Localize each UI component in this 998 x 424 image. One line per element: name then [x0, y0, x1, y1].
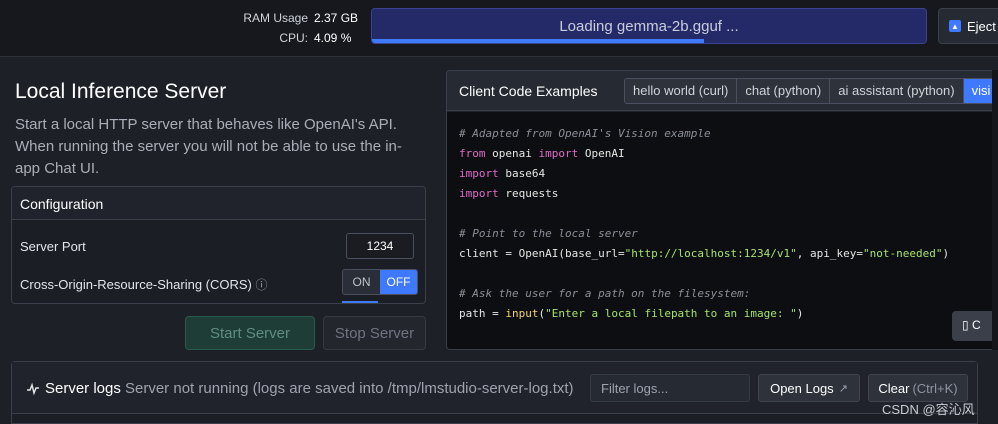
- clipboard-icon: ▯: [962, 318, 969, 332]
- start-server-button[interactable]: Start Server: [185, 316, 315, 350]
- code-line: import requests: [459, 187, 559, 200]
- server-logs-title: Server logs: [26, 380, 121, 397]
- code-line: from openai import OpenAI: [459, 147, 625, 160]
- tab-ai-assistant-python[interactable]: ai assistant (python): [830, 79, 964, 103]
- server-port-label: Server Port: [20, 239, 86, 254]
- configuration-panel: Configuration Server Port 1234 Cross-Ori…: [11, 186, 426, 304]
- code-line: import base64: [459, 167, 546, 180]
- cors-row: Cross-Origin-Resource-Sharing (CORS) ⓘ: [20, 276, 268, 293]
- code-tabs: hello world (curl) chat (python) ai assi…: [624, 78, 997, 104]
- code-panel-header: Client Code Examples hello world (curl) …: [447, 71, 997, 111]
- page-description: Start a local HTTP server that behaves l…: [15, 116, 402, 177]
- cpu-value: 4.09 %: [314, 31, 352, 45]
- code-line: # Ask the user for a path on the filesys…: [459, 287, 751, 300]
- tab-hello-world-curl[interactable]: hello world (curl): [625, 79, 738, 103]
- filter-logs-input[interactable]: Filter logs...: [590, 374, 750, 402]
- code-line: # Point to the local server: [459, 227, 638, 240]
- cpu-label: CPU:: [279, 31, 308, 45]
- server-logs-header: Server logs Server not running (logs are…: [12, 362, 977, 414]
- top-bar: RAM Usage 2.37 GB CPU: 4.09 % Loading ge…: [0, 0, 998, 57]
- loading-progress-fill: [372, 39, 705, 43]
- resource-stats: RAM Usage 2.37 GB CPU: 4.09 %: [222, 8, 362, 48]
- code-block: # Adapted from OpenAI's Vision example f…: [447, 112, 997, 349]
- ram-label: RAM Usage: [243, 11, 308, 25]
- cors-toggle-off[interactable]: OFF: [380, 270, 417, 294]
- code-line: client = OpenAI(base_url="http://localho…: [459, 247, 950, 260]
- clear-logs-button[interactable]: Clear (Ctrl+K): [868, 374, 968, 402]
- clear-shortcut: (Ctrl+K): [912, 380, 958, 396]
- server-port-input[interactable]: 1234: [346, 233, 414, 259]
- open-logs-button[interactable]: Open Logs ↗: [758, 374, 860, 402]
- cors-toggle-on[interactable]: ON: [343, 270, 380, 294]
- activity-icon: [27, 382, 39, 395]
- loading-text: Loading gemma-2b.gguf ...: [559, 18, 739, 35]
- tab-chat-python[interactable]: chat (python): [737, 79, 831, 103]
- server-logs-label: Server logs: [45, 380, 121, 397]
- server-logs-panel: Server logs Server not running (logs are…: [11, 361, 978, 424]
- ram-value: 2.37 GB: [314, 11, 359, 25]
- eject-label: Eject: [967, 18, 996, 34]
- watermark: CSDN @容沁风: [882, 402, 975, 417]
- external-link-icon: ↗: [838, 382, 848, 395]
- open-logs-label: Open Logs: [770, 380, 834, 396]
- clear-label: Clear: [878, 380, 910, 396]
- code-line: path = input("Enter a local filepath to …: [459, 307, 804, 320]
- next-toggle-partial: [342, 301, 378, 303]
- info-icon[interactable]: ⓘ: [256, 278, 268, 292]
- code-panel-title: Client Code Examples: [459, 83, 598, 99]
- page-title: Local Inference Server: [15, 80, 227, 103]
- copy-label: C: [971, 318, 981, 332]
- scrollbar[interactable]: [992, 70, 998, 350]
- cors-label: Cross-Origin-Resource-Sharing (CORS): [20, 277, 252, 292]
- eject-icon: ▲: [949, 20, 961, 32]
- client-code-panel: Client Code Examples hello world (curl) …: [446, 70, 998, 350]
- code-line: # Adapted from OpenAI's Vision example: [459, 127, 711, 140]
- stop-server-button[interactable]: Stop Server: [323, 316, 426, 350]
- model-loading-bar[interactable]: Loading gemma-2b.gguf ...: [371, 8, 927, 44]
- cors-toggle[interactable]: ON OFF: [342, 269, 418, 295]
- eject-button[interactable]: ▲ Eject: [938, 8, 998, 44]
- configuration-heading: Configuration: [12, 187, 425, 220]
- server-status-text: Server not running (logs are saved into …: [125, 380, 574, 397]
